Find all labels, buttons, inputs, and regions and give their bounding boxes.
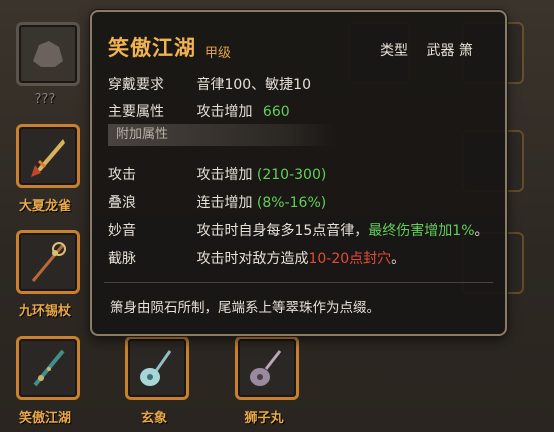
slot-label-xiaoao-jianghu: 笑傲江湖 — [18, 411, 71, 426]
extra-row-miaoyin: 妙音 攻击时自身每多15点音律，最终伤害增加1%。 — [108, 220, 489, 240]
inventory-slot-shizi-wan[interactable] — [235, 336, 299, 400]
extra-tail: 。 — [391, 251, 406, 267]
pipa-icon — [140, 350, 172, 386]
slot-label-xuanxiang: 玄象 — [140, 411, 167, 426]
extra-row-jiemai: 截脉 攻击时对敌方造成10-20点封穴。 — [108, 248, 405, 268]
flute-icon — [33, 349, 65, 387]
inventory-slot-jiuhuan-xizhang[interactable] — [16, 230, 80, 294]
slot-label-unknown: ??? — [34, 92, 56, 107]
extra-value: (8%-16%) — [256, 195, 327, 211]
main-attr-text: 攻击增加 — [196, 104, 253, 120]
item-name: 笑傲江湖 — [108, 36, 196, 60]
extra-text: 连击增加 — [196, 195, 253, 211]
extra-highlight: 最终伤害增加1% — [368, 223, 475, 239]
item-tooltip: 笑傲江湖 甲级 类型 武器 箫 穿戴要求 音律100、敏捷10 主要属性 攻击增… — [90, 10, 507, 336]
requirement-value: 音律100、敏捷10 — [196, 77, 311, 93]
staff-icon — [31, 242, 66, 282]
locked-item-icon — [33, 41, 63, 67]
tooltip-divider — [104, 282, 493, 283]
main-attr-value: 660 — [262, 104, 290, 120]
item-type-label: 类型 — [380, 43, 408, 59]
extra-key: 截脉 — [108, 251, 136, 267]
main-attr-row: 主要属性 攻击增加 660 — [108, 101, 290, 121]
extra-text: 攻击时对敌方造成 — [196, 251, 309, 267]
inventory-slot-daxia-longque[interactable] — [16, 124, 80, 188]
requirement-row: 穿戴要求 音律100、敏捷10 — [108, 74, 311, 94]
lute-icon — [250, 350, 282, 386]
item-type: 类型 武器 箫 — [380, 40, 473, 60]
slot-label-jiuhuan-xizhang: 九环锡杖 — [18, 304, 71, 319]
extra-key: 妙音 — [108, 223, 136, 239]
extra-row-dielang: 叠浪 连击增加 (8%-16%) — [108, 192, 326, 212]
inventory-slot-xiaoao-jianghu[interactable] — [16, 336, 80, 400]
slot-label-daxia-longque: 大夏龙雀 — [18, 199, 71, 214]
requirement-label: 穿戴要求 — [108, 77, 164, 93]
item-description: 箫身由陨石所制，尾端系上等翠珠作为点缀。 — [110, 300, 380, 316]
extra-key: 攻击 — [108, 167, 136, 183]
inventory-slot-xuanxiang[interactable] — [125, 336, 189, 400]
extra-text: 攻击时自身每多15点音律， — [196, 223, 369, 239]
extra-tail: 。 — [474, 223, 489, 239]
extra-text: 攻击增加 — [196, 167, 253, 183]
slot-label-shizi-wan: 狮子丸 — [244, 411, 284, 426]
item-type-value: 武器 箫 — [426, 43, 473, 59]
main-attr-label: 主要属性 — [108, 104, 164, 120]
extra-value: (210-300) — [256, 167, 327, 183]
extra-highlight: 10-20点封穴 — [308, 251, 392, 267]
saber-icon — [31, 139, 65, 177]
item-grade: 甲级 — [205, 46, 232, 61]
inventory-slot-unknown[interactable] — [16, 22, 80, 86]
extra-key: 叠浪 — [108, 195, 136, 211]
extra-row-attack: 攻击 攻击增加 (210-300) — [108, 164, 326, 184]
extra-attr-section: 附加属性 — [108, 124, 336, 146]
